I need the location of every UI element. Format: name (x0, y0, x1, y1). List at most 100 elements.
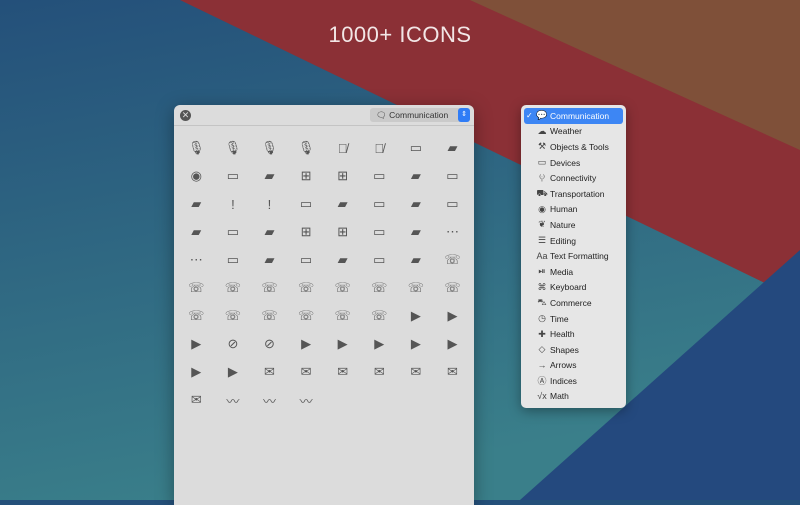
questionmark-video-icon[interactable]: ▶ (178, 358, 215, 386)
text-bubble-fill-icon[interactable]: ▰ (178, 218, 215, 246)
t-bubble-icon[interactable]: ▭ (361, 190, 398, 218)
waveform-circle-icon[interactable]: 〰 (251, 386, 288, 414)
menu-item-math[interactable]: √x Math (524, 389, 623, 405)
t-bubble-fill-icon[interactable]: ▰ (398, 190, 435, 218)
menu-item-devices[interactable]: ▭ Devices (524, 155, 623, 171)
bubble-arrow-up-icon[interactable]: ▭ (215, 162, 252, 190)
arrow-down-left-video-icon[interactable]: ▶ (398, 330, 435, 358)
teletype-icon[interactable]: ☏ (288, 302, 325, 330)
envelope-fill-icon[interactable]: ✉ (288, 358, 325, 386)
phone-down-circle-icon[interactable]: ☏ (251, 302, 288, 330)
video-slash-fill-icon[interactable]: ⊘ (251, 330, 288, 358)
video-slash-icon[interactable]: ⊘ (215, 330, 252, 358)
captions-bubble-fill-icon[interactable]: ▰ (251, 218, 288, 246)
captions-bubble-icon[interactable]: ▭ (215, 218, 252, 246)
menu-item-connectivity[interactable]: ⁽ᵢ⁾ Connectivity (524, 170, 623, 186)
arrow-up-right-video-fill-icon[interactable]: ▶ (361, 330, 398, 358)
menu-item-human[interactable]: ◉ Human (524, 202, 623, 218)
waveform-circle-fill-icon[interactable]: 〰 (288, 386, 325, 414)
menu-item-nature[interactable]: ❦ Nature (524, 217, 623, 233)
menu-item-commerce[interactable]: ⛍ Commerce (524, 295, 623, 311)
envelope-icon[interactable]: ✉ (251, 358, 288, 386)
arrow-right-icon: → (537, 360, 547, 371)
envelope-open-fill-icon[interactable]: ✉ (398, 358, 435, 386)
menu-item-health[interactable]: ✚ Health (524, 326, 623, 342)
menu-item-editing[interactable]: ☰ Editing (524, 233, 623, 249)
phone-down-fill-icon[interactable]: ☏ (215, 302, 252, 330)
bubble-square-outline-icon[interactable]: ▭ (434, 162, 471, 190)
bubble-arrow-up-fill-icon[interactable]: ▰ (251, 162, 288, 190)
rectangle-bubble-fill-icon[interactable]: ▰ (398, 218, 435, 246)
menu-item-transportation[interactable]: ⛟ Transportation (524, 186, 623, 202)
tv-bubble-fill-icon[interactable]: ▰ (324, 246, 361, 274)
mic-circle-icon[interactable]: 🎙 (251, 134, 288, 162)
menu-item-objects-tools[interactable]: ⚒ Objects & Tools (524, 139, 623, 155)
bubbles-fill-icon[interactable]: ▰ (398, 246, 435, 274)
mic-circle-fill-icon[interactable]: 🎙 (288, 134, 325, 162)
exclamation-bubble-fill-icon[interactable]: ! (251, 190, 288, 218)
menu-item-shapes[interactable]: ◇ Shapes (524, 342, 623, 358)
envelope-badge-fill-icon[interactable]: ✉ (178, 386, 215, 414)
text-bubble-icon[interactable]: ▭ (434, 190, 471, 218)
ellipsis-bubble-icon[interactable]: ⋯ (434, 218, 471, 246)
mic-slash-fill-icon[interactable]: 🎙̸ (361, 134, 398, 162)
bubble-square-fill2-icon[interactable]: ▰ (178, 190, 215, 218)
tv-bubble-icon[interactable]: ▭ (288, 246, 325, 274)
menu-item-weather[interactable]: ☁ Weather (524, 124, 623, 140)
menu-item-communication[interactable]: ✓ 💬 Communication (524, 108, 623, 124)
quote-bubble-fill-icon[interactable]: ▰ (324, 190, 361, 218)
menu-item-label: Time (550, 313, 569, 324)
menu-item-arrows[interactable]: → Arrows (524, 358, 623, 374)
menu-item-keyboard[interactable]: ⌘ Keyboard (524, 280, 623, 296)
waveform-icon[interactable]: 〰 (215, 386, 252, 414)
bubbles-icon[interactable]: ▭ (361, 246, 398, 274)
exclamation-bubble-icon[interactable]: ! (215, 190, 252, 218)
bubble-middle-fill-icon[interactable]: ▰ (251, 246, 288, 274)
phone-fill-icon[interactable]: ☏ (178, 274, 215, 302)
phone-arrow-up-fill-icon[interactable]: ☏ (288, 274, 325, 302)
ellipsis-bubble-fill-icon[interactable]: ⋯ (178, 246, 215, 274)
rectangle-bubble-icon[interactable]: ▭ (361, 218, 398, 246)
bubble-left-fill-icon[interactable]: ▰ (434, 134, 471, 162)
bubble-middle-icon[interactable]: ▭ (215, 246, 252, 274)
plus-bubble-fill-icon[interactable]: ⊞ (324, 218, 361, 246)
menu-item-media[interactable]: ⏯ Media (524, 264, 623, 280)
phone-arrow-down-icon[interactable]: ☏ (324, 274, 361, 302)
phone-down-icon[interactable]: ☏ (178, 302, 215, 330)
bubble-square-icon[interactable]: ▭ (361, 162, 398, 190)
video-fill-icon[interactable]: ▶ (434, 302, 471, 330)
quote-bubble-icon[interactable]: ▭ (288, 190, 325, 218)
phone-arrow-right-icon[interactable]: ☏ (398, 274, 435, 302)
close-icon[interactable]: ✕ (180, 110, 191, 121)
mic-fill-icon[interactable]: 🎙 (215, 134, 252, 162)
keypad-phone-icon[interactable]: ☏ (361, 302, 398, 330)
category-popup-button[interactable]: 🗨 Communication ⇕ (370, 108, 470, 122)
phone-arrow-down-fill-icon[interactable]: ☏ (361, 274, 398, 302)
command-icon: ⌘ (537, 281, 547, 292)
plus-bubble-icon[interactable]: ⊞ (288, 218, 325, 246)
record-circle-icon[interactable]: ◉ (178, 162, 215, 190)
arrow-up-right-video-icon[interactable]: ▶ (324, 330, 361, 358)
menu-item-text-formatting[interactable]: Aa Text Formatting (524, 248, 623, 264)
mic-slash-icon[interactable]: 🎙̸ (324, 134, 361, 162)
envelope-circle-icon[interactable]: ✉ (324, 358, 361, 386)
questionmark-video-fill-icon[interactable]: ▶ (215, 358, 252, 386)
bubble-plus-fill-icon[interactable]: ⊞ (324, 162, 361, 190)
video-icon[interactable]: ▶ (398, 302, 435, 330)
phone-arrow-up-icon[interactable]: ☏ (251, 274, 288, 302)
phone-arrow-right-fill-icon[interactable]: ☏ (434, 274, 471, 302)
bubble-square-fill-icon[interactable]: ▰ (398, 162, 435, 190)
menu-item-time[interactable]: ◷ Time (524, 311, 623, 327)
phone-icon[interactable]: ☏ (434, 246, 471, 274)
arrow-down-left-video-fill-icon[interactable]: ▶ (434, 330, 471, 358)
menu-item-indices[interactable]: Ⓐ Indices (524, 373, 623, 389)
video-badge-plus-icon[interactable]: ▶ (288, 330, 325, 358)
video-circle-icon[interactable]: ▶ (178, 330, 215, 358)
envelope-open-icon[interactable]: ✉ (361, 358, 398, 386)
bubble-left-icon[interactable]: ▭ (398, 134, 435, 162)
envelope-badge-icon[interactable]: ✉ (434, 358, 471, 386)
phone-circle-icon[interactable]: ☏ (215, 274, 252, 302)
mic-icon[interactable]: 🎙 (178, 134, 215, 162)
bubble-plus-icon[interactable]: ⊞ (288, 162, 325, 190)
teletype-circle-icon[interactable]: ☏ (324, 302, 361, 330)
